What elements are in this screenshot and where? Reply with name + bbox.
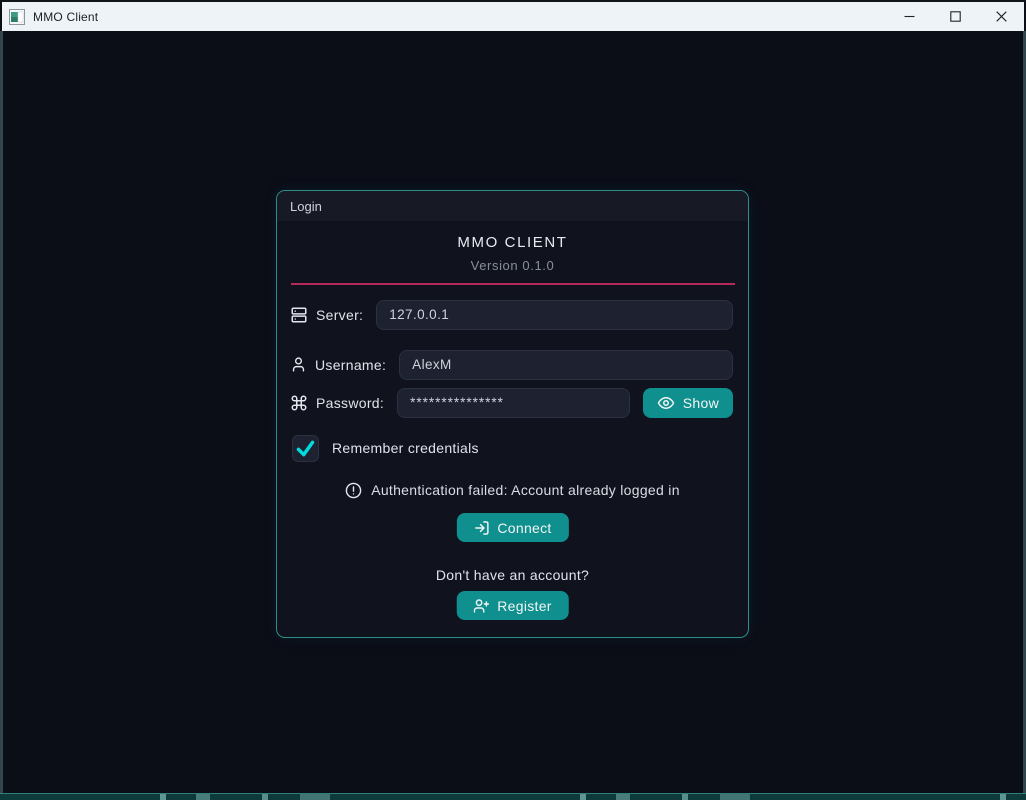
app-icon xyxy=(9,9,25,25)
connect-label: Connect xyxy=(497,520,551,536)
log-in-icon xyxy=(473,520,489,536)
login-dialog: Login MMO CLIENT Version 0.1.0 Server: U… xyxy=(276,190,749,638)
app-heading: MMO CLIENT xyxy=(277,234,748,251)
eye-icon xyxy=(657,394,675,412)
register-label: Register xyxy=(497,598,552,614)
remember-checkbox[interactable] xyxy=(292,435,319,462)
version-label: Version 0.1.0 xyxy=(277,258,748,273)
server-icon xyxy=(290,306,308,324)
close-button[interactable] xyxy=(978,2,1024,31)
user-plus-icon xyxy=(473,598,489,614)
username-input[interactable] xyxy=(399,350,733,380)
remember-row: Remember credentials xyxy=(292,434,479,462)
minimize-button[interactable] xyxy=(886,2,932,31)
pink-divider xyxy=(291,283,735,285)
server-label: Server: xyxy=(316,307,363,323)
register-button[interactable]: Register xyxy=(456,591,569,620)
remember-label: Remember credentials xyxy=(332,440,479,456)
error-message-row: Authentication failed: Account already l… xyxy=(277,480,748,500)
username-row: Username: xyxy=(290,349,733,380)
alert-circle-icon xyxy=(345,482,362,499)
taskbar-sliver xyxy=(0,793,1026,800)
close-icon xyxy=(996,11,1007,22)
checkmark-icon xyxy=(295,438,316,459)
dialog-titlebar: Login xyxy=(277,191,748,221)
error-message: Authentication failed: Account already l… xyxy=(371,482,680,498)
titlebar: MMO Client xyxy=(2,2,1024,31)
connect-button[interactable]: Connect xyxy=(456,513,568,542)
password-row: Password: Show xyxy=(290,387,733,418)
server-input[interactable] xyxy=(376,300,733,330)
window-title: MMO Client xyxy=(33,10,98,24)
dialog-title: Login xyxy=(290,199,322,214)
no-account-text: Don't have an account? xyxy=(277,567,748,583)
window-controls xyxy=(886,2,1024,31)
command-icon xyxy=(290,394,308,412)
server-row: Server: xyxy=(290,299,733,330)
show-password-label: Show xyxy=(683,395,719,411)
password-input[interactable] xyxy=(397,388,630,418)
user-icon xyxy=(290,356,307,373)
maximize-icon xyxy=(950,11,961,22)
window-frame-left xyxy=(0,31,3,793)
password-label: Password: xyxy=(316,395,384,411)
minimize-icon xyxy=(904,11,915,22)
username-label: Username: xyxy=(315,357,386,373)
maximize-button[interactable] xyxy=(932,2,978,31)
show-password-button[interactable]: Show xyxy=(643,388,733,418)
